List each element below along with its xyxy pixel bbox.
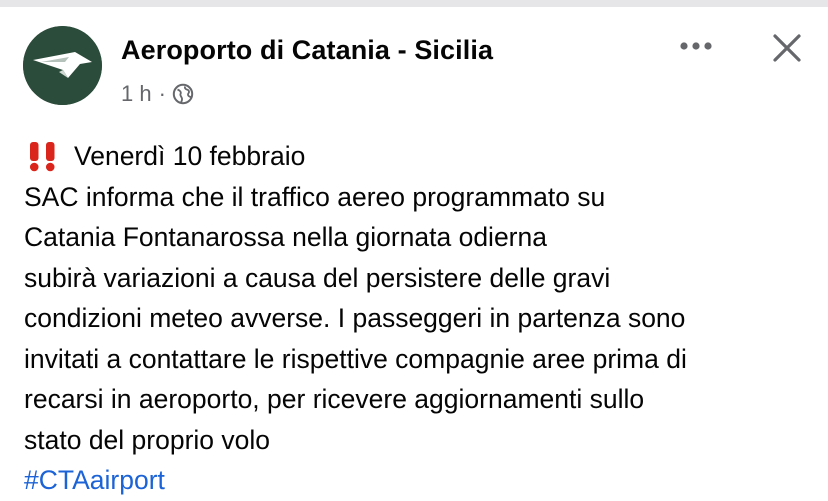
- post-text-line: invitati a contattare le rispettive comp…: [24, 343, 687, 374]
- post-time[interactable]: 1 h: [121, 81, 152, 107]
- post-headline-row: Venerdì 10 febbraio: [24, 136, 824, 177]
- post-text-line: SAC informa che il traffico aereo progra…: [24, 181, 606, 212]
- post-text-line: subirà variazioni a causa del persistere…: [24, 262, 611, 293]
- post-text-line: condizioni meteo avverse. I passeggeri i…: [24, 303, 686, 333]
- double-exclamation-icon: [26, 140, 60, 172]
- airport-logo-icon: [23, 26, 102, 105]
- globe-icon[interactable]: [172, 83, 194, 105]
- page-avatar[interactable]: [23, 26, 102, 105]
- post-body: Venerdì 10 febbraio SAC informa che il t…: [24, 136, 824, 501]
- hashtag-link[interactable]: #CTAairport: [24, 460, 165, 501]
- post-headline: Venerdì 10 febbraio: [74, 141, 306, 171]
- more-options-button[interactable]: [676, 30, 716, 62]
- close-button[interactable]: [766, 27, 808, 69]
- meta-separator: ·: [158, 81, 166, 106]
- post-text-line: recarsi in aeroporto, per ricevere aggio…: [24, 384, 645, 414]
- post-meta: 1 h ·: [121, 81, 194, 107]
- more-options-icon: [680, 42, 712, 50]
- post-text-line: Catania Fontanarossa nella giornata odie…: [24, 222, 547, 252]
- close-icon: [773, 34, 801, 62]
- top-divider: [0, 0, 828, 7]
- page-name[interactable]: Aeroporto di Catania - Sicilia: [121, 35, 493, 66]
- post-text-line: stato del proprio volo: [24, 424, 271, 455]
